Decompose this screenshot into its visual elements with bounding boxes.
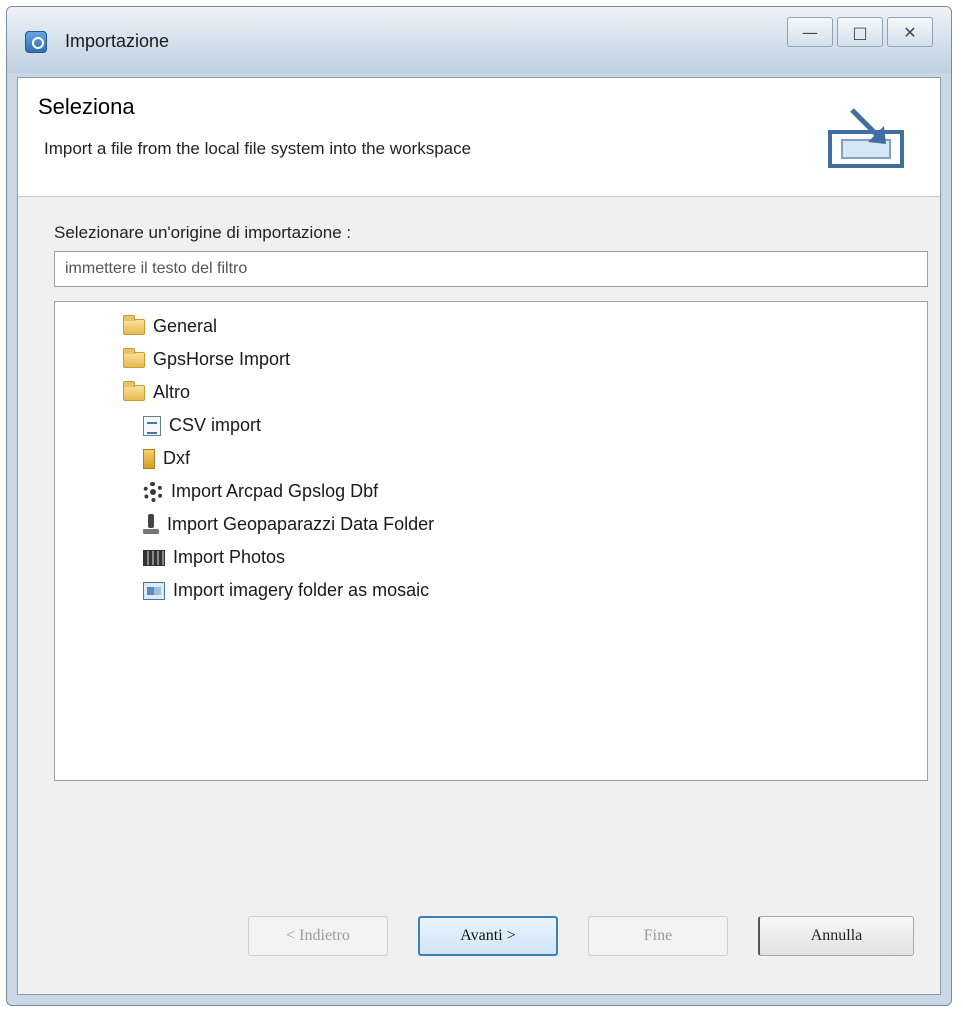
tree-item-label: GpsHorse Import — [153, 349, 291, 369]
gps-icon — [143, 513, 159, 536]
finish-button[interactable]: Fine — [588, 916, 728, 956]
collapse-arrow-icon[interactable] — [103, 386, 117, 400]
maximize-button[interactable]: □ — [837, 17, 883, 47]
wizard-header: Seleziona Import a file from the local f… — [18, 78, 940, 197]
select-source-label: Selezionare un'origine di importazione : — [54, 223, 352, 242]
folder-icon — [123, 314, 145, 335]
tree-item-import-imagery-folder-as-mosaic[interactable]: Import imagery folder as mosaic — [55, 574, 927, 607]
tree-item-import-geopaparazzi-data-folder[interactable]: Import Geopaparazzi Data Folder — [55, 508, 927, 541]
next-button[interactable]: Avanti > — [418, 916, 558, 956]
tree-item-label: Altro — [153, 382, 191, 402]
window-controls: — □ ✕ — [787, 17, 933, 47]
tree-item-label: CSV import — [169, 415, 262, 435]
folder-icon — [123, 347, 145, 368]
dxf-icon — [143, 448, 155, 469]
minimize-button[interactable]: — — [787, 17, 833, 47]
imagery-icon — [143, 581, 165, 600]
tree-item-csv-import[interactable]: CSV import — [55, 409, 927, 442]
tree-item-gpshorse-import[interactable]: GpsHorse Import — [55, 343, 927, 376]
app-icon — [25, 31, 47, 53]
import-dialog: Importazione — □ ✕ Seleziona Import a fi… — [6, 6, 952, 1006]
cancel-button[interactable]: Annulla — [758, 916, 914, 956]
tree-item-label: General — [153, 316, 218, 336]
import-source-tree[interactable]: General GpsHorse Import Altro CSV import — [54, 301, 928, 781]
photo-icon — [143, 549, 165, 566]
button-row: < Indietro Avanti > Fine Annulla — [248, 916, 914, 956]
filter-input[interactable] — [54, 251, 928, 287]
tree-item-altro[interactable]: Altro — [55, 376, 927, 409]
tree-item-label: Dxf — [163, 448, 190, 468]
tree-item-label: Import Arcpad Gpslog Dbf — [171, 481, 379, 501]
page-title: Seleziona — [38, 94, 135, 119]
dialog-content: Seleziona Import a file from the local f… — [17, 77, 941, 995]
window-title: Importazione — [65, 31, 170, 51]
import-wizard-icon — [828, 108, 904, 168]
tree-item-import-photos[interactable]: Import Photos — [55, 541, 927, 574]
tree-item-import-arcpad-gpslog-dbf[interactable]: Import Arcpad Gpslog Dbf — [55, 475, 927, 508]
tree-item-label: Import Geopaparazzi Data Folder — [167, 514, 435, 534]
source-selection-area: Selezionare un'origine di importazione :… — [54, 223, 934, 781]
tree-item-dxf[interactable]: Dxf — [55, 442, 927, 475]
tree-item-label: Import Photos — [173, 547, 286, 567]
tree-item-general[interactable]: General — [55, 310, 927, 343]
gear-icon — [143, 481, 163, 502]
title-bar[interactable]: Importazione — □ ✕ — [7, 7, 951, 73]
folder-open-icon — [123, 380, 145, 401]
tree-item-label: Import imagery folder as mosaic — [173, 580, 430, 600]
page-description: Import a file from the local file system… — [44, 139, 472, 158]
csv-icon — [143, 415, 161, 436]
back-button[interactable]: < Indietro — [248, 916, 388, 956]
expand-arrow-icon[interactable] — [103, 353, 117, 367]
close-button[interactable]: ✕ — [887, 17, 933, 47]
expand-arrow-icon[interactable] — [103, 320, 117, 334]
wizard-footer: < Indietro Avanti > Fine Annulla — [18, 724, 940, 994]
